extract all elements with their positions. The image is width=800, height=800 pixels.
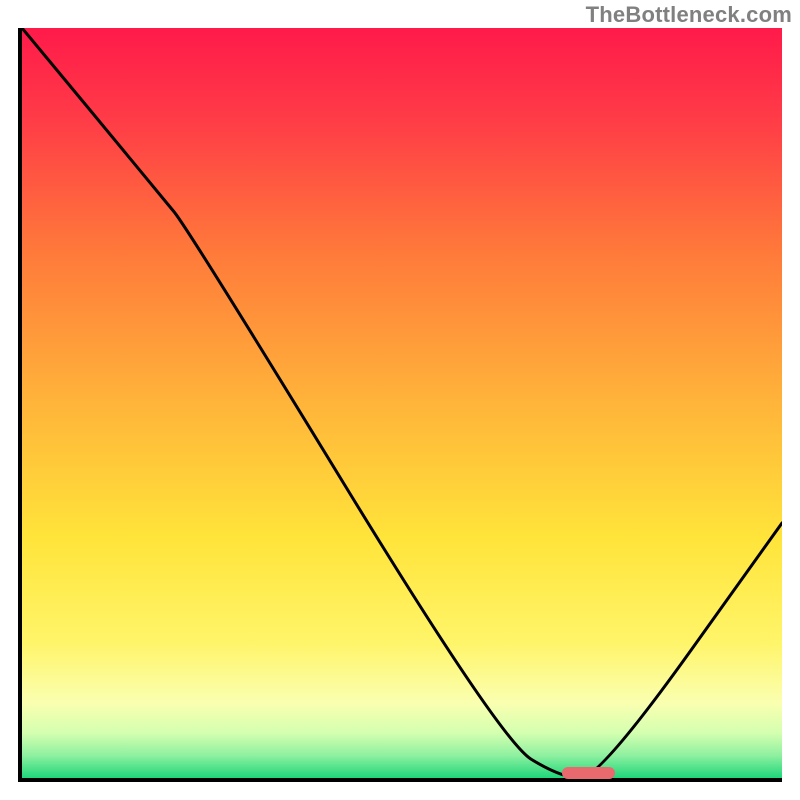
optimal-range-marker bbox=[562, 767, 615, 779]
watermark-text: TheBottleneck.com bbox=[586, 2, 792, 28]
bottleneck-curve-path bbox=[22, 28, 782, 778]
curve-layer bbox=[22, 28, 782, 778]
bottleneck-chart: TheBottleneck.com bbox=[0, 0, 800, 800]
plot-area bbox=[18, 28, 782, 782]
